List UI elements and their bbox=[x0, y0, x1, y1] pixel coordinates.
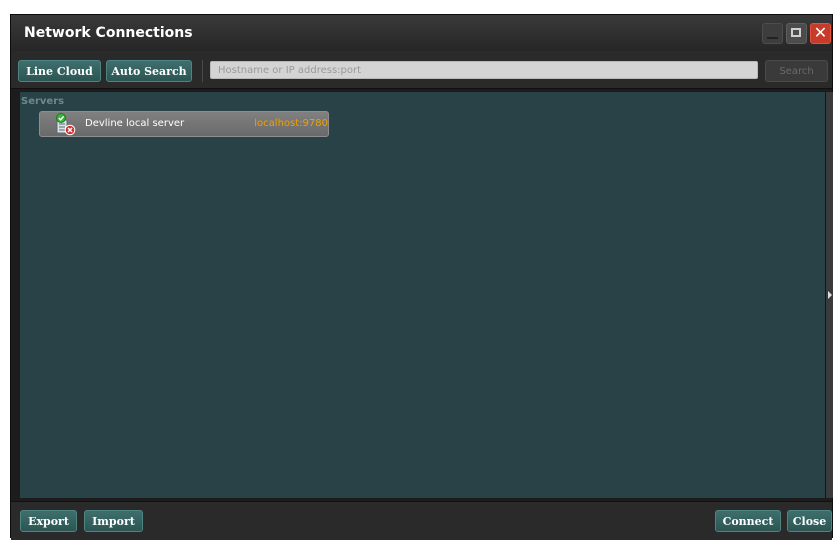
server-name: Devline local server bbox=[85, 118, 185, 129]
chevron-right-icon bbox=[828, 291, 832, 299]
minimize-button[interactable] bbox=[762, 23, 783, 44]
server-address: localhost:9780 bbox=[254, 118, 328, 129]
search-button[interactable]: Search bbox=[765, 60, 828, 82]
close-window-button[interactable]: ✕ bbox=[810, 23, 831, 44]
address-input[interactable] bbox=[210, 61, 758, 79]
title-bar[interactable]: Network Connections ✕ bbox=[11, 15, 832, 51]
server-status-icon bbox=[53, 113, 77, 136]
line-cloud-button[interactable]: Line Cloud bbox=[18, 60, 101, 82]
toolbar: Line Cloud Auto Search Search bbox=[11, 51, 832, 89]
toolbar-divider bbox=[202, 60, 203, 82]
network-connections-window: Network Connections ✕ Line Cloud Auto Se… bbox=[10, 14, 833, 540]
import-button[interactable]: Import bbox=[84, 510, 143, 532]
connect-button[interactable]: Connect bbox=[715, 510, 781, 532]
footer-bar: Export Import Connect Close bbox=[11, 501, 832, 540]
export-button[interactable]: Export bbox=[20, 510, 77, 532]
window-title: Network Connections bbox=[24, 25, 193, 41]
side-panel-toggle[interactable] bbox=[825, 92, 833, 498]
close-button[interactable]: Close bbox=[787, 510, 832, 532]
maximize-button[interactable] bbox=[786, 23, 807, 44]
server-item[interactable]: Devline local server localhost:9780 bbox=[39, 111, 329, 137]
servers-group-label: Servers bbox=[21, 96, 65, 107]
auto-search-button[interactable]: Auto Search bbox=[106, 60, 192, 82]
server-list-panel[interactable]: Servers Devline local server localhost:9… bbox=[20, 92, 825, 498]
